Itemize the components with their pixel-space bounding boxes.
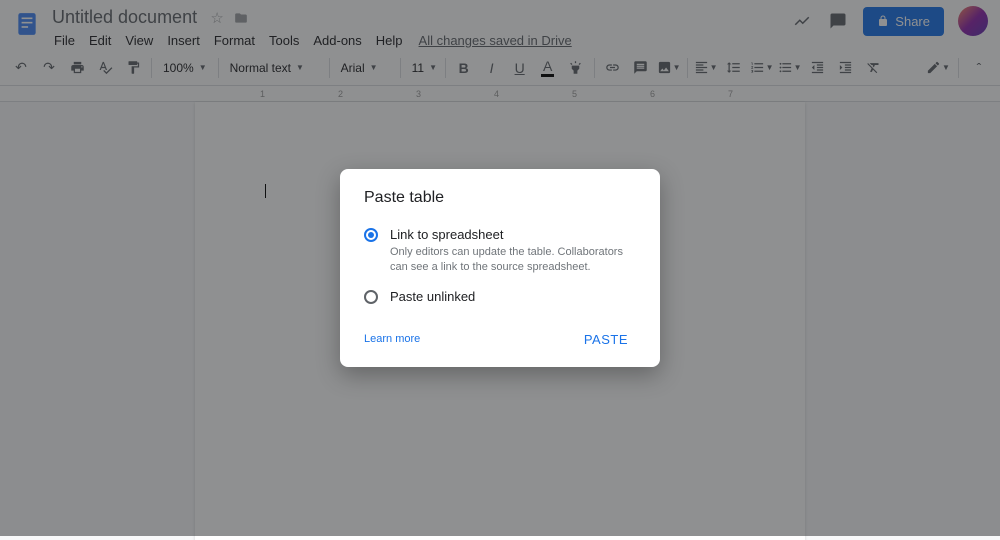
- radio-icon: [364, 228, 378, 242]
- option-paste-unlinked[interactable]: Paste unlinked: [364, 289, 636, 304]
- option-description: Only editors can update the table. Colla…: [390, 245, 636, 275]
- modal-scrim[interactable]: Paste table Link to spreadsheet Only edi…: [0, 0, 1000, 536]
- option-label: Link to spreadsheet: [390, 227, 636, 242]
- dialog-title: Paste table: [364, 189, 636, 207]
- radio-icon: [364, 290, 378, 304]
- paste-button[interactable]: PASTE: [576, 326, 636, 353]
- option-link-to-spreadsheet[interactable]: Link to spreadsheet Only editors can upd…: [364, 227, 636, 275]
- paste-table-dialog: Paste table Link to spreadsheet Only edi…: [340, 169, 660, 367]
- option-label: Paste unlinked: [390, 289, 475, 304]
- learn-more-link[interactable]: Learn more: [364, 333, 420, 345]
